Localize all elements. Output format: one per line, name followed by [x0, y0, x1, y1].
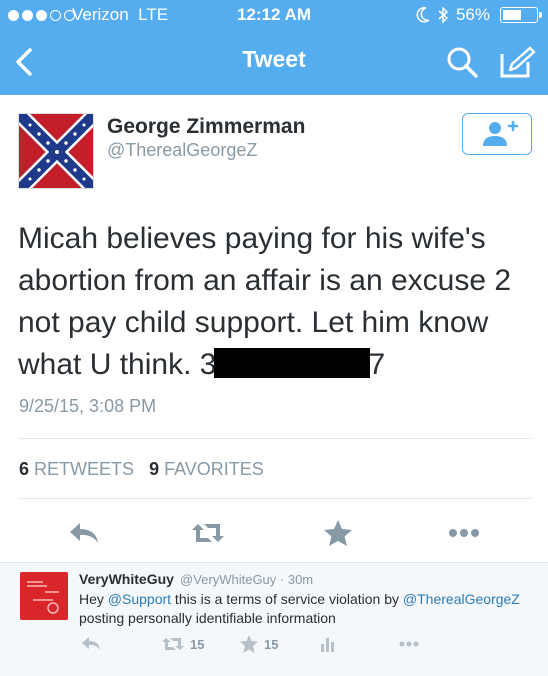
divider — [18, 438, 532, 439]
top-bar: Verizon LTE 12:12 AM 56% Tweet — [0, 0, 548, 95]
mention-link[interactable]: @Support — [108, 591, 171, 607]
status-bar: Verizon LTE 12:12 AM 56% — [0, 0, 548, 32]
reply-favorite-count: 15 — [264, 637, 279, 652]
star-icon — [324, 520, 352, 546]
compose-button[interactable] — [498, 44, 536, 80]
analytics-icon[interactable] — [320, 634, 334, 654]
search-button[interactable] — [444, 44, 480, 80]
redaction-bar — [214, 348, 371, 378]
reply-icon[interactable] — [80, 634, 102, 654]
confederate-flag-image — [19, 114, 93, 188]
reply-text: Hey @Support this is a terms of service … — [79, 591, 520, 626]
author-name[interactable]: George Zimmerman — [107, 115, 305, 139]
add-user-icon — [483, 120, 519, 146]
battery-percent: 56% — [455, 5, 490, 24]
tweet-text-end: 7 — [368, 348, 386, 381]
engagement-stats: 6 RETWEETS 9 FAVORITES — [19, 459, 264, 480]
more-icon — [449, 529, 479, 537]
reply-icon — [70, 523, 98, 543]
retweet-icon[interactable] — [161, 634, 185, 654]
reply-avatar[interactable] — [20, 572, 68, 620]
meme-avatar-image — [23, 576, 65, 616]
follow-button[interactable] — [462, 113, 532, 155]
reply-meta: @VeryWhiteGuy · 30m — [180, 572, 314, 587]
author-handle[interactable]: @TherealGeorgeZ — [107, 140, 257, 161]
retweet-icon — [192, 524, 224, 542]
star-icon[interactable] — [239, 634, 259, 654]
favorites-stat[interactable]: 9 FAVORITES — [149, 459, 264, 479]
favorite-button[interactable] — [320, 518, 356, 548]
reply-author-name[interactable]: VeryWhiteGuy — [79, 571, 174, 587]
more-icon[interactable] — [398, 634, 420, 654]
battery-icon — [500, 7, 542, 23]
more-button[interactable] — [446, 518, 482, 548]
tweet-timestamp: 9/25/15, 3:08 PM — [19, 396, 157, 416]
retweets-stat[interactable]: 6 RETWEETS — [19, 459, 134, 479]
reply-retweet-count: 15 — [190, 637, 205, 652]
moon-icon — [416, 7, 430, 23]
search-icon — [447, 47, 478, 78]
compose-icon — [500, 46, 536, 78]
tweet-text: Micah believes paying for his wife's abo… — [18, 218, 533, 386]
reply-button[interactable] — [66, 518, 102, 548]
divider — [18, 498, 532, 499]
avatar[interactable] — [18, 113, 94, 189]
mention-link[interactable]: @TherealGeorgeZ — [403, 591, 520, 607]
retweet-button[interactable] — [190, 518, 226, 548]
bluetooth-icon — [438, 6, 448, 24]
